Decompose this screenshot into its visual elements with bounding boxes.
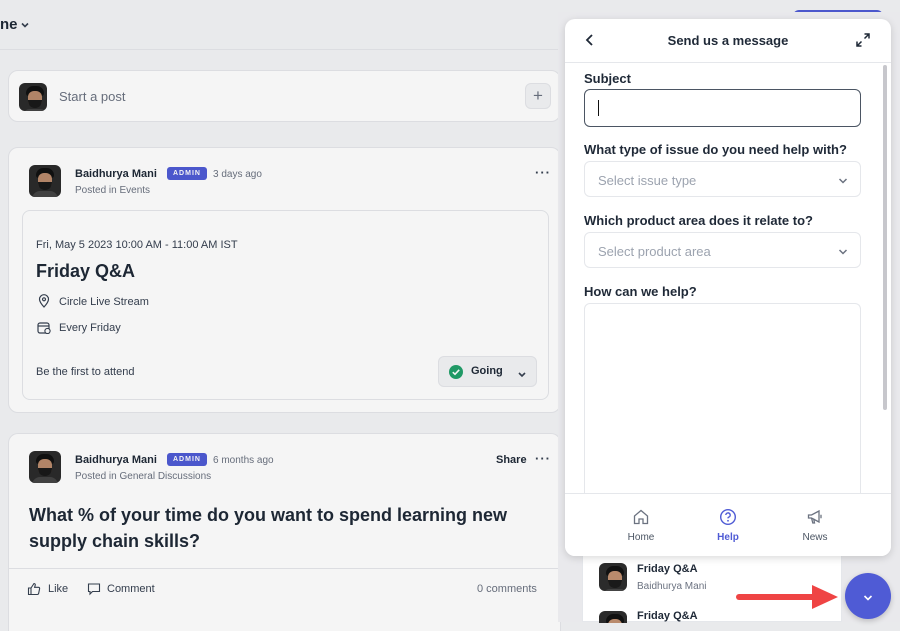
composer-placeholder: Start a post bbox=[59, 89, 126, 104]
widget-header: Send us a message bbox=[565, 19, 891, 63]
author-name[interactable]: Baidhurya Mani bbox=[75, 168, 157, 180]
annotation-arrow bbox=[736, 585, 838, 609]
list-item-author: Baidhurya Mani bbox=[637, 581, 707, 592]
chevron-down-icon[interactable] bbox=[20, 17, 30, 35]
avatar bbox=[599, 611, 627, 623]
location-pin-icon bbox=[38, 294, 50, 313]
share-button[interactable]: Share bbox=[496, 454, 527, 466]
rsvp-label: Going bbox=[471, 365, 503, 377]
thumbs-up-icon bbox=[27, 582, 41, 601]
rsvp-going-button[interactable]: Going bbox=[438, 356, 537, 387]
issue-type-label: What type of issue do you need help with… bbox=[584, 142, 847, 157]
product-area-placeholder: Select product area bbox=[598, 244, 711, 259]
tab-help[interactable]: Help bbox=[698, 508, 758, 543]
subject-input[interactable] bbox=[584, 89, 861, 127]
attend-text: Be the first to attend bbox=[36, 366, 135, 378]
widget-launcher-button[interactable] bbox=[845, 573, 891, 619]
issue-type-select[interactable]: Select issue type bbox=[584, 161, 861, 197]
posted-in[interactable]: Posted in Events bbox=[75, 185, 150, 196]
avatar[interactable] bbox=[29, 165, 61, 197]
comments-count[interactable]: 0 comments bbox=[477, 583, 537, 595]
help-icon bbox=[698, 508, 758, 528]
help-textarea[interactable] bbox=[584, 303, 861, 503]
discussion-post-card: Baidhurya Mani ADMIN 6 months ago Posted… bbox=[8, 433, 562, 631]
tab-help-label: Help bbox=[717, 532, 739, 543]
event-location: Circle Live Stream bbox=[59, 296, 149, 308]
issue-type-placeholder: Select issue type bbox=[598, 173, 697, 188]
post-divider bbox=[9, 568, 562, 569]
chevron-down-icon bbox=[837, 174, 849, 192]
more-options-icon[interactable]: ··· bbox=[535, 165, 551, 180]
event-box[interactable]: Fri, May 5 2023 10:00 AM - 11:00 AM IST … bbox=[22, 210, 549, 400]
comment-label: Comment bbox=[107, 583, 155, 595]
post-time[interactable]: 3 days ago bbox=[213, 169, 262, 180]
chevron-down-icon bbox=[517, 367, 527, 385]
list-item-title: Friday Q&A bbox=[637, 563, 698, 575]
like-label: Like bbox=[48, 583, 69, 595]
event-title[interactable]: Friday Q&A bbox=[36, 261, 135, 282]
widget-title: Send us a message bbox=[667, 33, 789, 48]
recurring-calendar-icon bbox=[37, 321, 51, 339]
author-name[interactable]: Baidhurya Mani bbox=[75, 454, 157, 466]
expand-icon[interactable] bbox=[855, 32, 871, 53]
tab-news[interactable]: News bbox=[785, 508, 845, 543]
tab-home-label: Home bbox=[627, 532, 655, 543]
avatar bbox=[19, 83, 47, 111]
check-circle-icon bbox=[449, 365, 463, 384]
add-button[interactable]: + bbox=[525, 83, 551, 109]
list-item-title: Friday Q&A bbox=[637, 610, 698, 622]
tab-home[interactable]: Home bbox=[611, 508, 671, 543]
avatar[interactable] bbox=[29, 451, 61, 483]
post-time[interactable]: 6 months ago bbox=[213, 455, 274, 466]
help-widget: Send us a message Subject What type of i… bbox=[565, 19, 891, 556]
widget-tab-bar: Home Help News bbox=[565, 493, 891, 556]
chevron-down-icon bbox=[862, 591, 874, 609]
product-area-select[interactable]: Select product area bbox=[584, 232, 861, 268]
more-options-icon[interactable]: ··· bbox=[535, 451, 551, 466]
comment-icon bbox=[87, 582, 101, 601]
event-recurrence: Every Friday bbox=[59, 322, 121, 334]
post-title[interactable]: What % of your time do you want to spend… bbox=[29, 502, 549, 554]
subject-label: Subject bbox=[584, 71, 631, 86]
admin-badge: ADMIN bbox=[167, 167, 207, 180]
post-composer[interactable]: Start a post + bbox=[8, 70, 561, 122]
chevron-down-icon bbox=[837, 245, 849, 263]
widget-scrollbar[interactable] bbox=[883, 65, 887, 410]
event-datetime: Fri, May 5 2023 10:00 AM - 11:00 AM IST bbox=[36, 239, 238, 251]
text-cursor bbox=[598, 100, 599, 116]
space-title[interactable]: ne bbox=[0, 16, 18, 33]
megaphone-icon bbox=[785, 508, 845, 528]
event-post-card: Baidhurya Mani ADMIN 3 days ago Posted i… bbox=[8, 147, 561, 413]
admin-badge: ADMIN bbox=[167, 453, 207, 466]
tab-news-label: News bbox=[802, 532, 828, 543]
posted-in[interactable]: Posted in General Discussions bbox=[75, 471, 211, 482]
avatar bbox=[599, 563, 627, 591]
comment-button[interactable]: Comment bbox=[87, 582, 167, 598]
product-area-label: Which product area does it relate to? bbox=[584, 213, 813, 228]
help-text-label: How can we help? bbox=[584, 284, 697, 299]
home-icon bbox=[611, 508, 671, 528]
